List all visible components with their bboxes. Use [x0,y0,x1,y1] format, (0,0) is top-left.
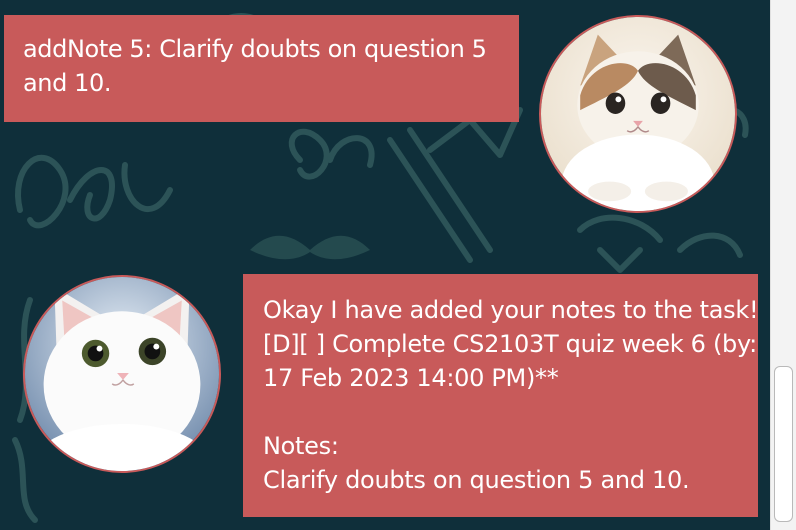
bot-message-blank-line [263,395,738,429]
bot-message-bubble: Okay I have added your notes to the task… [243,274,759,517]
user-message-line: and 10. [23,69,112,97]
bot-message-line: 17 Feb 2023 14:00 PM)** [263,364,559,392]
bot-message-line: Notes: [263,432,339,460]
chat-pane: addNote 5: Clarify doubts on question 5 … [0,0,770,530]
bot-message-line: Okay I have added your notes to the task… [263,296,759,324]
user-message-bubble: addNote 5: Clarify doubts on question 5 … [4,15,519,122]
bot-message-line: [D][ ] Complete CS2103T quiz week 6 (by: [263,330,757,358]
bot-message-line: Clarify doubts on question 5 and 10. [263,466,690,494]
vertical-scrollbar[interactable] [770,0,796,530]
bot-avatar [23,275,221,473]
user-message-line: addNote 5: Clarify doubts on question 5 [23,35,487,63]
scrollbar-thumb[interactable] [774,366,793,522]
user-avatar [539,15,737,213]
